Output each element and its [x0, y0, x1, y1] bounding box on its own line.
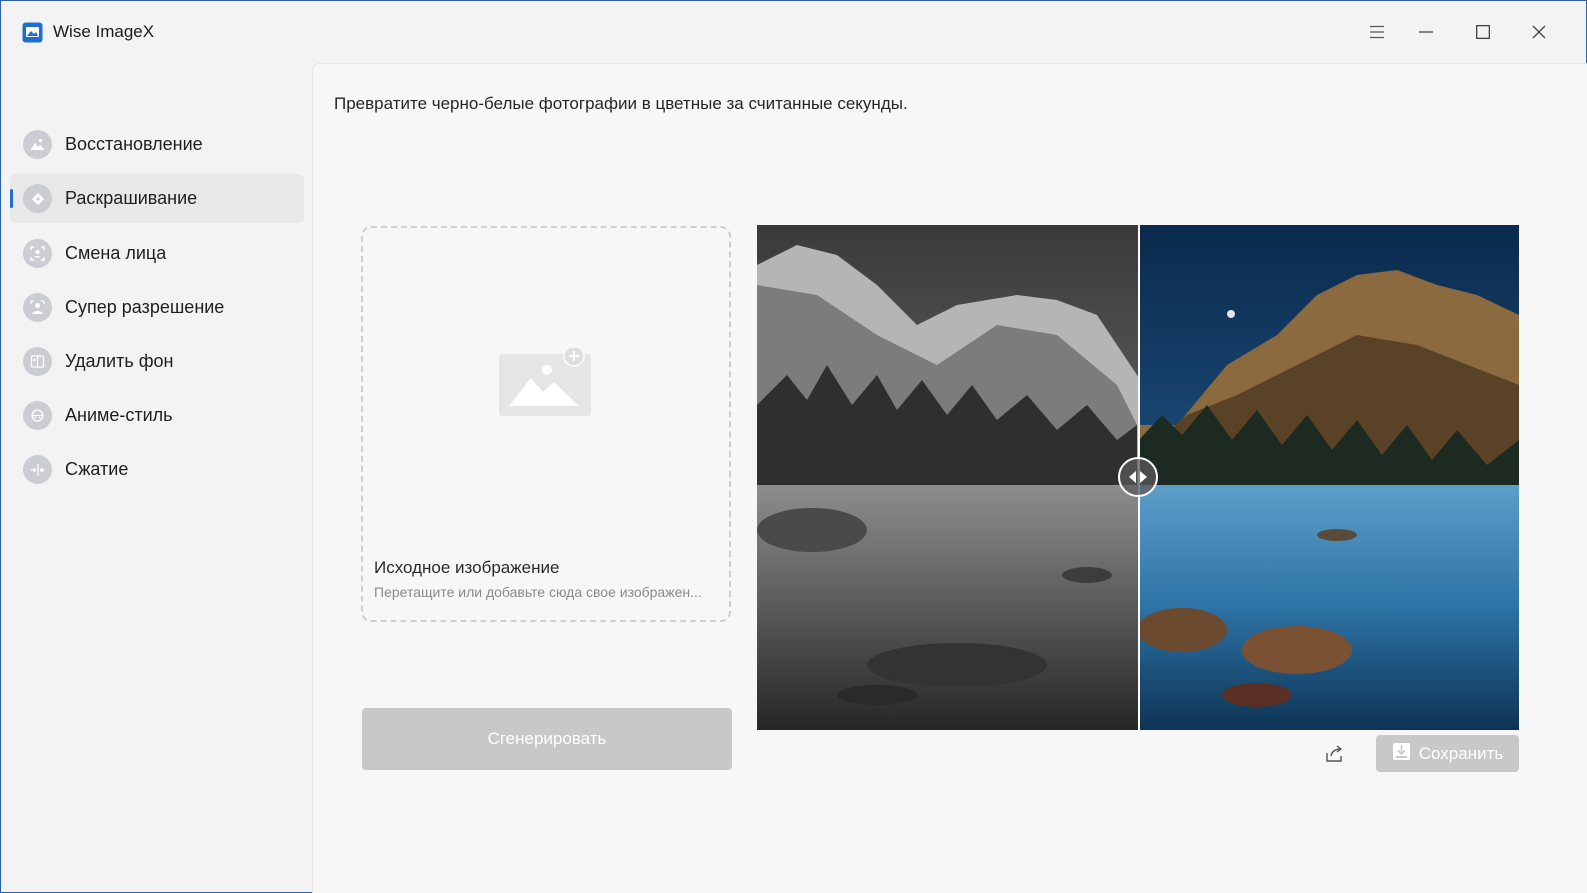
super-resolution-icon: [23, 293, 52, 322]
save-icon: [1392, 742, 1411, 766]
sidebar-nav: Восстановление Раскрашивание Смена лица …: [1, 63, 312, 893]
compress-icon: [23, 455, 52, 484]
close-icon[interactable]: [1522, 15, 1556, 49]
app-title: Wise ImageX: [53, 22, 155, 41]
sidebar-item-face-swap[interactable]: Смена лица: [10, 229, 304, 278]
sidebar-item-label: Раскрашивание: [65, 188, 198, 208]
generate-button[interactable]: Сгенерировать: [362, 708, 732, 770]
sidebar-item-label: Удалить фон: [65, 351, 174, 371]
dropzone-hint: Перетащите или добавьте сюда свое изобра…: [374, 584, 702, 600]
sidebar-item-remove-background[interactable]: Удалить фон: [10, 337, 304, 386]
minimize-icon[interactable]: [1409, 15, 1443, 49]
anime-style-icon: [23, 401, 52, 430]
remove-background-icon: [23, 347, 52, 376]
share-icon[interactable]: [1321, 740, 1349, 768]
compare-arrows-icon[interactable]: [1118, 457, 1158, 497]
sidebar-item-label: Аниме-стиль: [65, 405, 173, 425]
page-subtitle: Превратите черно-белые фотографии в цвет…: [334, 94, 908, 113]
menu-icon[interactable]: [1360, 15, 1394, 49]
sidebar-item-colorization[interactable]: Раскрашивание: [10, 174, 304, 223]
maximize-icon[interactable]: [1466, 15, 1500, 49]
main-panel: Превратите черно-белые фотографии в цвет…: [312, 63, 1587, 893]
sidebar-item-restoration[interactable]: Восстановление: [10, 120, 304, 169]
image-dropzone[interactable]: Исходное изображение Перетащите или доба…: [361, 226, 731, 622]
dropzone-title: Исходное изображение: [374, 558, 560, 577]
wise-imagex-logo: [22, 22, 43, 43]
title-bar: Wise ImageX: [1, 1, 1586, 63]
sidebar-item-label: Восстановление: [65, 134, 203, 154]
app-window: Wise ImageX Восстановление Раскрашивание: [0, 0, 1587, 893]
sidebar-item-label: Супер разрешение: [65, 297, 225, 317]
before-after-preview: [757, 225, 1519, 730]
add-image-icon: [499, 345, 593, 421]
sidebar-item-label: Сжатие: [65, 459, 129, 479]
active-indicator: [10, 189, 13, 208]
sidebar-item-compress[interactable]: Сжатие: [10, 445, 304, 494]
paint-bucket-icon: [23, 184, 52, 213]
sidebar-item-anime-style[interactable]: Аниме-стиль: [10, 391, 304, 440]
face-swap-icon: [23, 239, 52, 268]
sidebar-item-label: Смена лица: [65, 243, 167, 263]
save-button-label: Сохранить: [1418, 743, 1504, 763]
save-button[interactable]: Сохранить: [1376, 735, 1519, 772]
mountain-icon: [23, 130, 52, 159]
sidebar-item-super-resolution[interactable]: Супер разрешение: [10, 283, 304, 332]
